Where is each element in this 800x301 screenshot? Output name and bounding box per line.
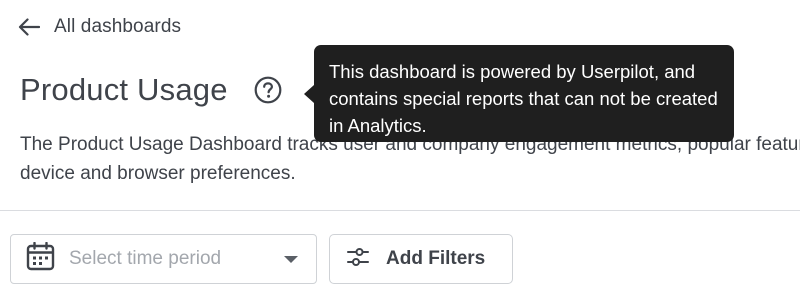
page-title: Product Usage: [20, 72, 228, 107]
back-link-label: All dashboards: [54, 16, 182, 37]
add-filters-label: Add Filters: [386, 248, 486, 269]
dashboard-header-page: All dashboards Product Usage The Product…: [0, 0, 800, 301]
add-filters-button[interactable]: Add Filters: [329, 234, 513, 284]
tooltip-text: This dashboard is powered by Userpilot, …: [329, 61, 718, 136]
caret-down-icon: [284, 256, 298, 263]
title-row: Product Usage: [20, 72, 282, 108]
question-circle-icon[interactable]: [254, 76, 282, 104]
back-to-dashboards-link[interactable]: All dashboards: [18, 16, 181, 38]
time-period-select[interactable]: Select time period: [10, 234, 317, 284]
info-tooltip: This dashboard is powered by Userpilot, …: [304, 45, 734, 142]
time-period-placeholder: Select time period: [69, 248, 222, 269]
sliders-icon: [347, 247, 369, 272]
section-divider: [0, 210, 800, 211]
calendar-icon: [26, 241, 55, 276]
arrow-left-icon: [18, 18, 40, 36]
